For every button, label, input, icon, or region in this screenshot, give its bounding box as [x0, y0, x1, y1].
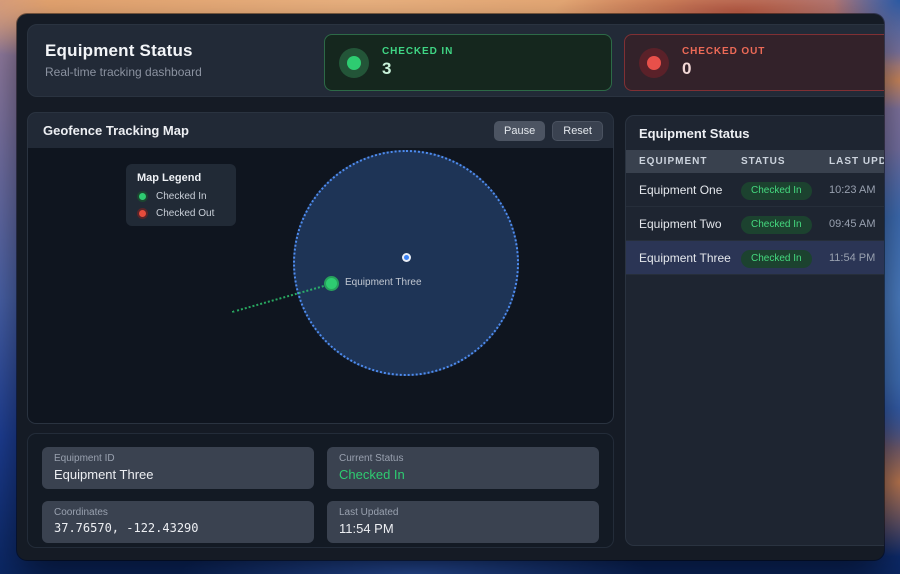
- current-status-value: Checked In: [339, 467, 587, 482]
- reset-button[interactable]: Reset: [552, 121, 603, 141]
- checked-in-count: 3: [382, 59, 453, 79]
- status-badge: Checked In: [741, 250, 812, 268]
- cell-equipment: Equipment Three: [639, 251, 741, 265]
- checked-in-card: CHECKED IN 3: [324, 34, 612, 91]
- equipment-marker-label: Equipment Three: [345, 277, 422, 288]
- map-legend: Map Legend Checked In Checked Out: [126, 164, 236, 226]
- checked-out-count: 0: [682, 59, 765, 79]
- status-badge: Checked In: [741, 182, 812, 200]
- cell-last-update: 10:23 AM: [829, 184, 884, 196]
- map-canvas[interactable]: Equipment Three Map Legend Checked In Ch…: [28, 148, 613, 424]
- column-header-equipment: EQUIPMENT: [639, 156, 741, 167]
- equipment-id-value: Equipment Three: [54, 467, 302, 482]
- map-panel: Geofence Tracking Map Pause Reset Equipm…: [27, 112, 614, 424]
- equipment-status-panel: Equipment Status EQUIPMENT STATUS LAST U…: [625, 115, 884, 546]
- column-header-last-update: LAST UPDATE: [829, 156, 884, 167]
- table-header-row: EQUIPMENT STATUS LAST UPDATE: [626, 150, 884, 173]
- cell-last-update: 11:54 PM: [829, 252, 884, 264]
- coordinates-card: Coordinates 37.76570, -122.43290: [42, 501, 314, 543]
- legend-item-checked-out: Checked Out: [137, 208, 225, 219]
- last-updated-label: Last Updated: [339, 507, 587, 518]
- cell-equipment: Equipment One: [639, 183, 741, 197]
- cell-equipment: Equipment Two: [639, 217, 741, 231]
- current-status-card: Current Status Checked In: [327, 447, 599, 489]
- equipment-status-panel-title: Equipment Status: [626, 116, 884, 150]
- map-panel-title: Geofence Tracking Map: [43, 123, 189, 138]
- page-subtitle: Real-time tracking dashboard: [45, 65, 202, 79]
- legend-checked-in-label: Checked In: [156, 191, 207, 202]
- checked-out-dot-icon: [639, 48, 669, 78]
- equipment-id-label: Equipment ID: [54, 453, 302, 464]
- table-row-selected[interactable]: Equipment Three Checked In 11:54 PM: [626, 241, 884, 275]
- pause-button[interactable]: Pause: [494, 121, 545, 141]
- geofence-center-icon: [402, 253, 411, 262]
- legend-checked-in-dot-icon: [137, 191, 148, 202]
- checked-out-card: CHECKED OUT 0: [624, 34, 884, 91]
- last-updated-card: Last Updated 11:54 PM: [327, 501, 599, 543]
- page-title: Equipment Status: [45, 41, 202, 61]
- map-panel-header: Geofence Tracking Map Pause Reset: [28, 113, 613, 148]
- legend-checked-out-dot-icon: [137, 208, 148, 219]
- header-card: Equipment Status Real-time tracking dash…: [27, 24, 884, 97]
- title-block: Equipment Status Real-time tracking dash…: [45, 41, 202, 79]
- equipment-id-card: Equipment ID Equipment Three: [42, 447, 314, 489]
- table-row[interactable]: Equipment Two Checked In 09:45 AM: [626, 207, 884, 241]
- desktop-wallpaper: Equipment Status Real-time tracking dash…: [0, 0, 900, 574]
- coordinates-label: Coordinates: [54, 507, 302, 518]
- coordinates-value: 37.76570, -122.43290: [54, 521, 302, 535]
- checked-in-label: CHECKED IN: [382, 46, 453, 57]
- checked-in-dot-icon: [339, 48, 369, 78]
- legend-item-checked-in: Checked In: [137, 191, 225, 202]
- last-updated-value: 11:54 PM: [339, 521, 587, 536]
- geofence-circle: [293, 150, 519, 376]
- map-legend-title: Map Legend: [137, 172, 225, 184]
- cell-last-update: 09:45 AM: [829, 218, 884, 230]
- table-row[interactable]: Equipment One Checked In 10:23 AM: [626, 173, 884, 207]
- equipment-details-panel: Equipment ID Equipment Three Current Sta…: [27, 433, 614, 548]
- current-status-label: Current Status: [339, 453, 587, 464]
- column-header-status: STATUS: [741, 156, 829, 167]
- checked-out-label: CHECKED OUT: [682, 46, 765, 57]
- equipment-marker[interactable]: [324, 276, 339, 291]
- legend-checked-out-label: Checked Out: [156, 208, 214, 219]
- status-badge: Checked In: [741, 216, 812, 234]
- app-window: Equipment Status Real-time tracking dash…: [17, 14, 884, 560]
